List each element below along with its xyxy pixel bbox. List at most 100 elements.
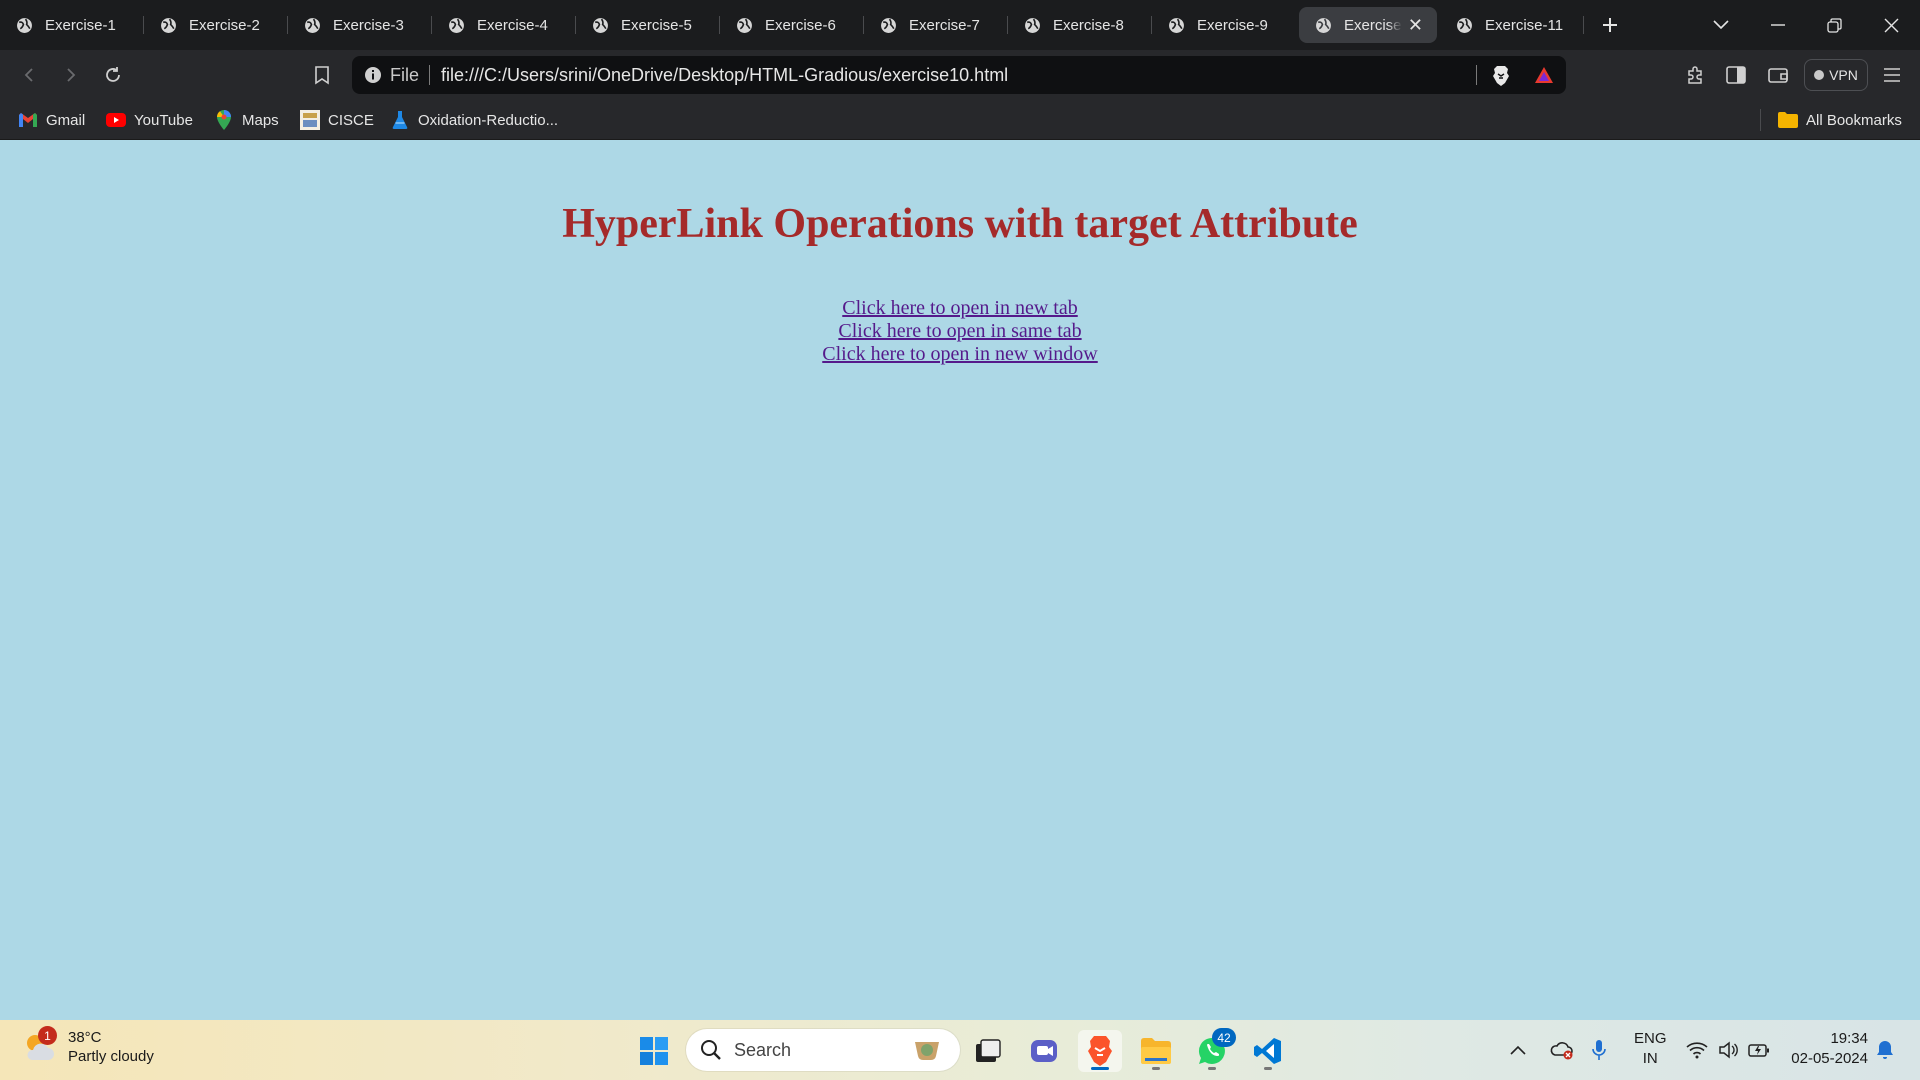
vpn-status-icon (1814, 70, 1825, 80)
onedrive-button[interactable] (1550, 1020, 1574, 1080)
bookmark-cisce[interactable]: CISCE (300, 108, 374, 132)
vpn-button[interactable]: VPN (1804, 59, 1868, 91)
close-icon (1884, 18, 1899, 32)
show-hidden-icons-button[interactable] (1510, 1020, 1526, 1080)
language-indicator[interactable]: ENG IN (1634, 1029, 1667, 1069)
back-button[interactable] (14, 60, 44, 90)
restore-button[interactable] (1806, 0, 1863, 50)
globe-icon (881, 17, 896, 33)
divider (429, 65, 431, 85)
page-heading: HyperLink Operations with target Attribu… (562, 201, 1358, 247)
start-button[interactable] (632, 1030, 676, 1072)
clock-time: 19:34 (1830, 1030, 1868, 1047)
minimize-button[interactable] (1749, 0, 1806, 50)
tab-search-button[interactable] (1692, 0, 1749, 50)
active-indicator (1091, 1067, 1109, 1070)
vpn-label: VPN (1829, 67, 1858, 83)
brave-shields-icon[interactable] (1491, 65, 1511, 87)
youtube-icon (106, 110, 126, 130)
sidebar-button[interactable] (1721, 60, 1751, 90)
all-bookmarks-button[interactable]: All Bookmarks (1778, 108, 1902, 132)
bookmarks-bar: Gmail YouTube Maps CISCE Oxidation-Reduc… (0, 100, 1920, 140)
restore-icon (1827, 17, 1842, 33)
close-window-button[interactable] (1863, 0, 1920, 50)
notifications-button[interactable] (1876, 1020, 1894, 1080)
hamburger-menu-icon (1884, 68, 1900, 82)
bookmark-page-button[interactable] (307, 60, 337, 90)
page-content: HyperLink Operations with target Attribu… (0, 140, 1920, 1020)
url-text[interactable]: file:///C:/Users/srini/OneDrive/Desktop/… (441, 65, 1008, 86)
bookmark-maps[interactable]: Maps (214, 108, 279, 132)
sidebar-icon (1726, 66, 1746, 84)
taskbar-file-explorer[interactable] (1134, 1030, 1178, 1072)
bookmark-oxidation-reduction[interactable]: Oxidation-Reductio... (390, 108, 558, 132)
arrow-left-icon (24, 68, 33, 82)
globe-icon (1457, 17, 1472, 33)
tab-exercise-8[interactable]: Exercise-8 (1008, 7, 1152, 43)
arrow-right-icon (67, 68, 76, 82)
volume-icon (1719, 1041, 1738, 1059)
tab-exercise-10-active[interactable]: Exercise-10 ✕ (1299, 7, 1437, 43)
search-placeholder: Search (734, 1039, 792, 1060)
link-list: Click here to open in new tab Click here… (0, 297, 1920, 366)
taskbar-search-input[interactable]: Search (686, 1029, 960, 1071)
tab-title: Exercise-6 (765, 16, 836, 34)
clock[interactable]: 19:34 02-05-2024 (1791, 1029, 1868, 1069)
window-controls (1692, 0, 1920, 50)
close-tab-icon[interactable]: ✕ (1408, 15, 1423, 36)
tab-title: Exercise-11 (1485, 16, 1564, 34)
tab-exercise-3[interactable]: Exercise-3 (288, 7, 432, 43)
teams-chat-button[interactable] (1022, 1030, 1066, 1072)
tab-exercise-1[interactable]: Exercise-1 (0, 7, 144, 43)
taskbar-vscode[interactable] (1246, 1030, 1290, 1072)
tab-exercise-2[interactable]: Exercise-2 (144, 7, 288, 43)
tab-exercise-4[interactable]: Exercise-4 (432, 7, 576, 43)
tab-title: Exercise-1 (45, 16, 116, 34)
tab-title: Exercise-8 (1053, 16, 1124, 34)
tab-strip: Exercise-1 Exercise-2 Exercise-3 Exercis… (0, 0, 1920, 50)
task-view-button[interactable] (966, 1030, 1010, 1072)
weather-widget[interactable]: 1 38°C Partly cloudy (22, 1026, 154, 1066)
bookmark-label: YouTube (134, 111, 193, 129)
plus-icon (1603, 18, 1617, 32)
tab-exercise-6[interactable]: Exercise-6 (720, 7, 864, 43)
link-new-tab[interactable]: Click here to open in new tab (842, 297, 1078, 320)
extensions-button[interactable] (1680, 60, 1710, 90)
tab-title: Exercise-9 (1197, 16, 1268, 34)
new-tab-button[interactable] (1590, 7, 1630, 43)
globe-icon (1025, 17, 1040, 33)
taskbar-whatsapp[interactable]: 42 (1190, 1028, 1236, 1072)
tab-exercise-11[interactable]: Exercise-11 (1440, 7, 1584, 43)
folder-icon (1141, 1038, 1171, 1064)
bookmark-gmail[interactable]: Gmail (18, 108, 85, 132)
brave-rewards-icon[interactable] (1534, 66, 1554, 84)
wallet-button[interactable] (1763, 60, 1793, 90)
info-icon[interactable] (364, 66, 382, 84)
bookmark-icon (315, 66, 329, 85)
search-highlight-icon (912, 1038, 942, 1062)
globe-icon (1316, 17, 1331, 33)
menu-button[interactable] (1877, 60, 1907, 90)
tab-exercise-9[interactable]: Exercise-9 (1152, 7, 1296, 43)
tab-exercise-7[interactable]: Exercise-7 (864, 7, 1008, 43)
taskbar-brave[interactable] (1078, 1030, 1122, 1072)
microphone-button[interactable] (1592, 1020, 1606, 1080)
tab-title: Exercise-2 (189, 16, 260, 34)
reload-button[interactable] (98, 60, 128, 90)
folder-icon (1778, 110, 1798, 130)
weather-badge: 1 (38, 1026, 57, 1045)
link-new-window[interactable]: Click here to open in new window (822, 343, 1098, 366)
maps-icon (214, 110, 234, 130)
wifi-icon (1686, 1042, 1708, 1059)
bookmark-youtube[interactable]: YouTube (106, 108, 193, 132)
quick-settings-button[interactable] (1686, 1020, 1770, 1080)
forward-button[interactable] (56, 60, 86, 90)
weather-condition: Partly cloudy (68, 1048, 154, 1065)
address-bar[interactable]: File file:///C:/Users/srini/OneDrive/Des… (352, 56, 1566, 94)
link-same-tab[interactable]: Click here to open in same tab (838, 320, 1081, 343)
tab-title: Exercise-7 (909, 16, 980, 34)
tab-title: Exercise-4 (477, 16, 548, 34)
language-code: ENG (1634, 1030, 1667, 1047)
puzzle-icon (1688, 66, 1702, 84)
tab-exercise-5[interactable]: Exercise-5 (576, 7, 720, 43)
